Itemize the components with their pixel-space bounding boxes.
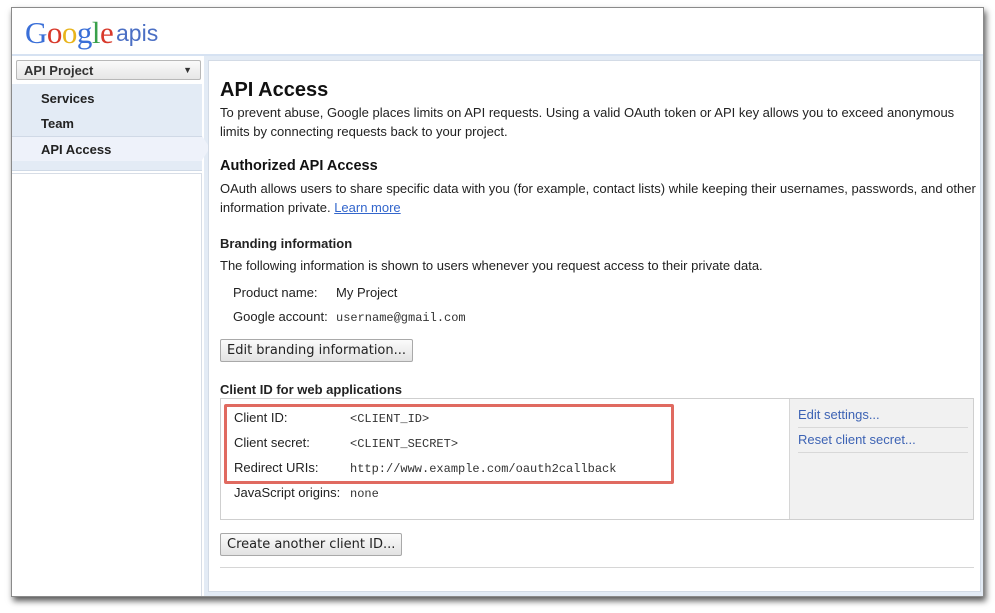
edit-branding-button[interactable]: Edit branding information... (220, 339, 414, 362)
product-name-label: Product name: (233, 285, 318, 300)
edit-settings-link[interactable]: Edit settings... (798, 407, 968, 428)
bottom-divider (220, 567, 974, 568)
branding-heading: Branding information (220, 236, 353, 251)
sidebar-panel (12, 173, 202, 596)
google-logo[interactable]: Google (25, 14, 114, 52)
google-account-label: Google account: (233, 309, 328, 324)
branding-text: The following information is shown to us… (220, 258, 763, 273)
project-select[interactable]: API Project ▼ (16, 60, 201, 80)
sidebar-item-label: Services (41, 91, 95, 106)
browser-window: Google apis API Project ▼ Services Team … (11, 7, 984, 597)
sidebar-item-label: Team (41, 116, 74, 131)
sidebar: API Project ▼ Services Team API Access (12, 56, 204, 596)
page-title: API Access (220, 79, 329, 101)
logo-suffix: apis (116, 20, 159, 46)
client-heading: Client ID for web applications (220, 382, 403, 397)
client-id-label: Client ID: (234, 410, 288, 425)
javascript-origins-label: JavaScript origins: (234, 485, 341, 500)
client-id-value: <CLIENT_ID> (350, 412, 430, 426)
learn-more-link[interactable]: Learn more (334, 200, 400, 215)
authorized-heading: Authorized API Access (220, 158, 378, 174)
product-name-value: My Project (336, 285, 398, 300)
client-secret-label: Client secret: (234, 435, 310, 450)
redirect-uris-label: Redirect URIs: (234, 460, 319, 475)
client-actions-panel: Edit settings... Reset client secret... (789, 399, 973, 519)
client-id-panel: Client ID: <CLIENT_ID> Client secret: <C… (220, 398, 974, 520)
create-client-id-button[interactable]: Create another client ID... (220, 533, 403, 556)
project-select-value: API Project (24, 63, 94, 78)
sidebar-nav: Services Team API Access (12, 84, 202, 171)
google-account-value: username@gmail.com (336, 311, 466, 325)
sidebar-item-api-access[interactable]: API Access (12, 136, 202, 161)
intro-text: To prevent abuse, Google places limits o… (220, 105, 955, 139)
main-frame: API Access To prevent abuse, Google plac… (202, 56, 983, 596)
chevron-down-icon: ▼ (183, 65, 192, 75)
redirect-uris-value: http://www.example.com/oauth2callback (350, 462, 617, 476)
javascript-origins-value: none (350, 487, 379, 501)
sidebar-item-services[interactable]: Services (12, 86, 202, 111)
sidebar-item-team[interactable]: Team (12, 111, 202, 136)
header: Google apis (12, 8, 983, 54)
main-content: API Access To prevent abuse, Google plac… (208, 60, 981, 592)
reset-client-secret-link[interactable]: Reset client secret... (798, 432, 968, 453)
sidebar-item-label: API Access (41, 142, 112, 157)
authorized-text: OAuth allows users to share specific dat… (220, 181, 976, 215)
client-secret-value: <CLIENT_SECRET> (350, 437, 459, 451)
